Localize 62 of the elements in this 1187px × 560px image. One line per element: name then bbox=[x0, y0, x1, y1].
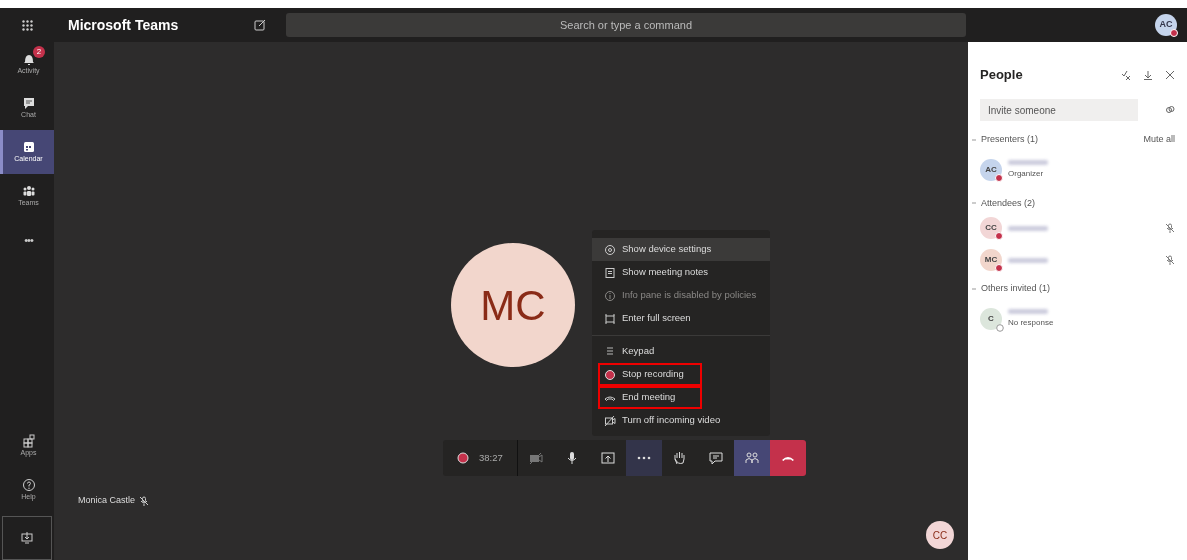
unmute-icon[interactable] bbox=[1121, 70, 1131, 80]
gear-icon bbox=[604, 243, 616, 256]
calendar-icon bbox=[21, 139, 36, 154]
self-avatar: CC bbox=[926, 521, 954, 549]
person-avatar: CC bbox=[980, 217, 1002, 239]
close-icon[interactable] bbox=[1165, 70, 1175, 80]
people-icon bbox=[743, 450, 760, 466]
menu-item[interactable]: Enter full screen bbox=[592, 307, 770, 330]
user-avatar[interactable]: AC bbox=[1155, 14, 1177, 36]
menu-item[interactable]: Show device settings bbox=[592, 238, 770, 261]
rail-item[interactable]: ••• bbox=[0, 218, 54, 262]
notes-icon bbox=[604, 266, 616, 279]
monitor-download-icon bbox=[20, 531, 34, 545]
mute-all-link[interactable]: Mute all bbox=[1143, 133, 1175, 147]
keypad-icon bbox=[604, 345, 616, 358]
person-avatar: MC bbox=[980, 249, 1002, 271]
participant-avatar: MC bbox=[451, 243, 575, 367]
search-field[interactable]: Search or type a command bbox=[286, 13, 966, 37]
app-launcher-icon[interactable] bbox=[21, 19, 33, 31]
people-group-icon bbox=[21, 183, 36, 198]
menu-item[interactable]: End meeting bbox=[598, 386, 702, 409]
person-role: No response bbox=[1008, 316, 1054, 329]
help-icon bbox=[21, 477, 36, 492]
person-avatar: C bbox=[980, 307, 1002, 330]
app-title: Microsoft Teams bbox=[67, 15, 180, 35]
person-role: Organizer bbox=[1008, 167, 1045, 180]
menu-item[interactable]: Keypad bbox=[592, 335, 770, 363]
video-off-icon bbox=[604, 414, 616, 427]
menu-item[interactable]: Show meeting notes bbox=[592, 261, 770, 284]
camera-off-icon bbox=[527, 450, 544, 466]
link-icon[interactable] bbox=[1165, 105, 1175, 115]
participant-name: Monica Castle bbox=[78, 494, 136, 507]
fullscreen-icon bbox=[604, 312, 616, 325]
download-icon[interactable] bbox=[1143, 70, 1153, 80]
person-avatar: AC bbox=[980, 158, 1002, 181]
hang-up-button[interactable] bbox=[769, 440, 806, 476]
menu-item[interactable]: Stop recording bbox=[598, 363, 702, 386]
blurred-name bbox=[1008, 257, 1048, 263]
apps-icon bbox=[21, 433, 36, 448]
recording-dot-icon bbox=[457, 452, 469, 464]
rail-item[interactable] bbox=[2, 516, 52, 560]
raise-hand-icon bbox=[671, 450, 688, 466]
blurred-name bbox=[1008, 159, 1048, 165]
mic-off-icon bbox=[139, 495, 150, 506]
invite-field[interactable]: Invite someone bbox=[980, 99, 1138, 121]
call-timer: 38:27 bbox=[479, 450, 503, 465]
info-icon bbox=[604, 289, 616, 302]
menu-item[interactable]: Turn off incoming video bbox=[592, 409, 770, 432]
group-heading[interactable]: Others invited (1) bbox=[981, 282, 1051, 296]
hang-up-icon bbox=[781, 455, 794, 461]
compose-icon[interactable] bbox=[254, 19, 266, 31]
chat-icon bbox=[707, 450, 724, 466]
record-icon bbox=[604, 368, 616, 381]
blurred-name bbox=[1008, 308, 1048, 314]
share-screen-icon bbox=[599, 450, 616, 466]
notification-badge: 2 bbox=[33, 46, 45, 58]
panel-title: People bbox=[980, 66, 1023, 85]
group-heading[interactable]: Attendees (2) bbox=[981, 196, 1036, 210]
blurred-name bbox=[1008, 225, 1048, 231]
chat-icon bbox=[21, 95, 36, 110]
group-heading[interactable]: Presenters (1) bbox=[981, 133, 1039, 147]
participants-button[interactable] bbox=[733, 440, 770, 476]
